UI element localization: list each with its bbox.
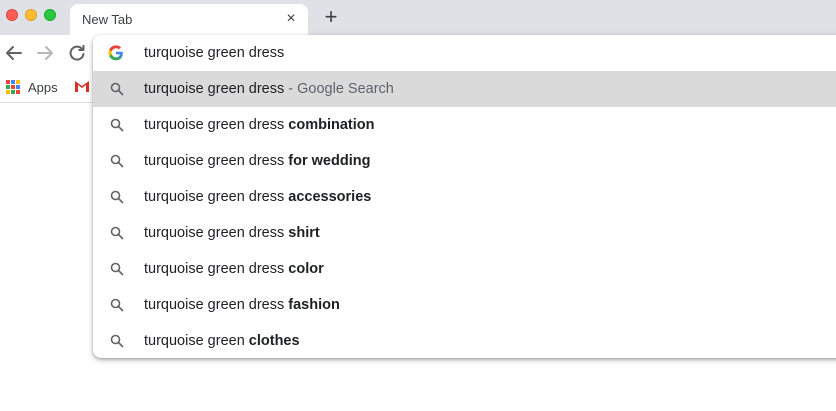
apps-grid-icon: [6, 80, 20, 94]
tab-close-icon[interactable]: ×: [282, 10, 300, 28]
window-maximize-button[interactable]: [44, 9, 56, 21]
suggestion-row[interactable]: turquoise green dress shirt: [93, 215, 836, 251]
suggestion-text: turquoise green dress - Google Search: [144, 81, 394, 97]
suggestion-row[interactable]: turquoise green dress for wedding: [93, 143, 836, 179]
gmail-icon[interactable]: [74, 79, 90, 93]
back-button[interactable]: [2, 41, 26, 65]
suggestion-text: turquoise green dress fashion: [144, 297, 340, 313]
suggestion-row[interactable]: turquoise green dress fashion: [93, 287, 836, 323]
suggestion-text: turquoise green clothes: [144, 333, 300, 349]
address-input[interactable]: turquoise green dress: [144, 45, 284, 61]
search-icon: [110, 226, 124, 240]
reload-button[interactable]: [65, 41, 89, 65]
suggestion-text: turquoise green dress combination: [144, 117, 375, 133]
tab-title: New Tab: [82, 12, 133, 27]
suggestion-text: turquoise green dress color: [144, 261, 324, 277]
suggestion-row[interactable]: turquoise green dress combination: [93, 107, 836, 143]
title-bar: New Tab × +: [0, 0, 836, 35]
search-icon: [110, 262, 124, 276]
window-minimize-button[interactable]: [25, 9, 37, 21]
google-g-icon: [108, 45, 123, 61]
back-arrow-icon: [6, 46, 22, 60]
search-icon: [110, 298, 124, 312]
suggestion-row[interactable]: turquoise green dress color: [93, 251, 836, 287]
suggestion-row[interactable]: turquoise green dress accessories: [93, 179, 836, 215]
suggestion-row[interactable]: turquoise green dress - Google Search: [93, 71, 836, 107]
search-icon: [110, 154, 124, 168]
suggestion-text: turquoise green dress accessories: [144, 189, 372, 205]
suggestion-text: turquoise green dress shirt: [144, 225, 320, 241]
apps-shortcut[interactable]: Apps: [6, 77, 58, 97]
forward-arrow-icon: [37, 46, 53, 60]
suggestion-text: turquoise green dress for wedding: [144, 153, 371, 169]
address-bar[interactable]: turquoise green dress: [93, 35, 836, 71]
tab-new-tab[interactable]: New Tab ×: [70, 4, 308, 35]
suggestion-row[interactable]: turquoise green clothes: [93, 323, 836, 358]
forward-button[interactable]: [33, 41, 57, 65]
new-tab-button[interactable]: +: [320, 6, 342, 28]
search-icon: [110, 334, 124, 348]
omnibox-dropdown: turquoise green dress turquoise green dr…: [93, 35, 836, 358]
search-icon: [110, 118, 124, 132]
search-icon: [110, 190, 124, 204]
window-close-button[interactable]: [6, 9, 18, 21]
search-icon: [110, 82, 124, 96]
reload-icon: [69, 45, 85, 61]
apps-label: Apps: [28, 79, 58, 95]
